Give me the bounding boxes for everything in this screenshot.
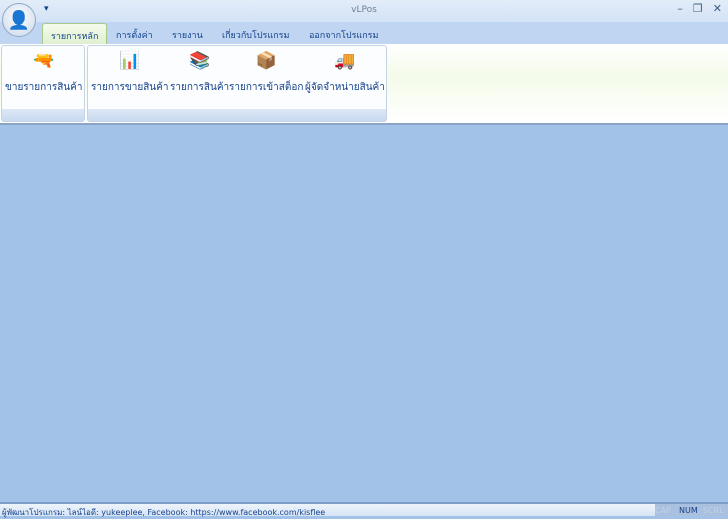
stock-in-button[interactable]: 📦 รายการเข้าสต็อก [229, 50, 303, 95]
title-bar: ▾ vLPos – ❐ ✕ [0, 0, 728, 22]
ribbon-panel: 🔫 ขายรายการสินค้า 📊 รายการขายสินค้า 📚 รา… [0, 44, 728, 125]
minimize-icon[interactable]: – [677, 2, 683, 15]
app-menu-button[interactable]: 👤 [2, 3, 36, 37]
ribbon-tabs: รายการหลัก การตั้งค่า รายงาน เกี่ยวกับโป… [0, 22, 728, 44]
tab-main[interactable]: รายการหลัก [42, 23, 108, 44]
restore-icon[interactable]: ❐ [693, 2, 703, 15]
sell-products-button[interactable]: 🔫 ขายรายการสินค้า [5, 50, 82, 95]
tab-settings[interactable]: การตั้งค่า [108, 23, 161, 44]
ribbon-group-sales: 🔫 ขายรายการสินค้า [1, 45, 85, 122]
num-indicator: NUM [679, 504, 703, 516]
user-avatar-icon: 👤 [7, 9, 31, 31]
suppliers-button[interactable]: 🚚 ผู้จัดจำหน่ายสินค้า [305, 50, 385, 95]
presentation-chart-icon: 📊 [119, 51, 141, 71]
box-icon: 📦 [255, 51, 277, 71]
tab-about[interactable]: เกี่ยวกับโปรแกรม [214, 23, 297, 44]
barcode-scanner-icon: 🔫 [33, 51, 55, 71]
ribbon-group-data: 📊 รายการขายสินค้า 📚 รายการสินค้า 📦 รายกา… [87, 45, 387, 122]
close-icon[interactable]: ✕ [713, 2, 722, 15]
tab-reports[interactable]: รายงาน [164, 23, 211, 44]
truck-icon: 🚚 [334, 51, 356, 71]
status-bar: ผู้พัฒนาโปรแกรม: ไลน์ไอดี: yukeeplee, Fa… [0, 502, 728, 517]
scroll-indicator: SCRL [703, 504, 728, 516]
sales-list-button[interactable]: 📊 รายการขายสินค้า [91, 50, 168, 95]
workspace [0, 125, 728, 502]
folder-books-icon: 📚 [188, 51, 211, 71]
caps-indicator: CAP [655, 504, 679, 516]
products-list-button[interactable]: 📚 รายการสินค้า [170, 50, 229, 95]
tab-exit[interactable]: ออกจากโปรแกรม [301, 23, 386, 44]
window-title: vLPos [351, 5, 377, 15]
